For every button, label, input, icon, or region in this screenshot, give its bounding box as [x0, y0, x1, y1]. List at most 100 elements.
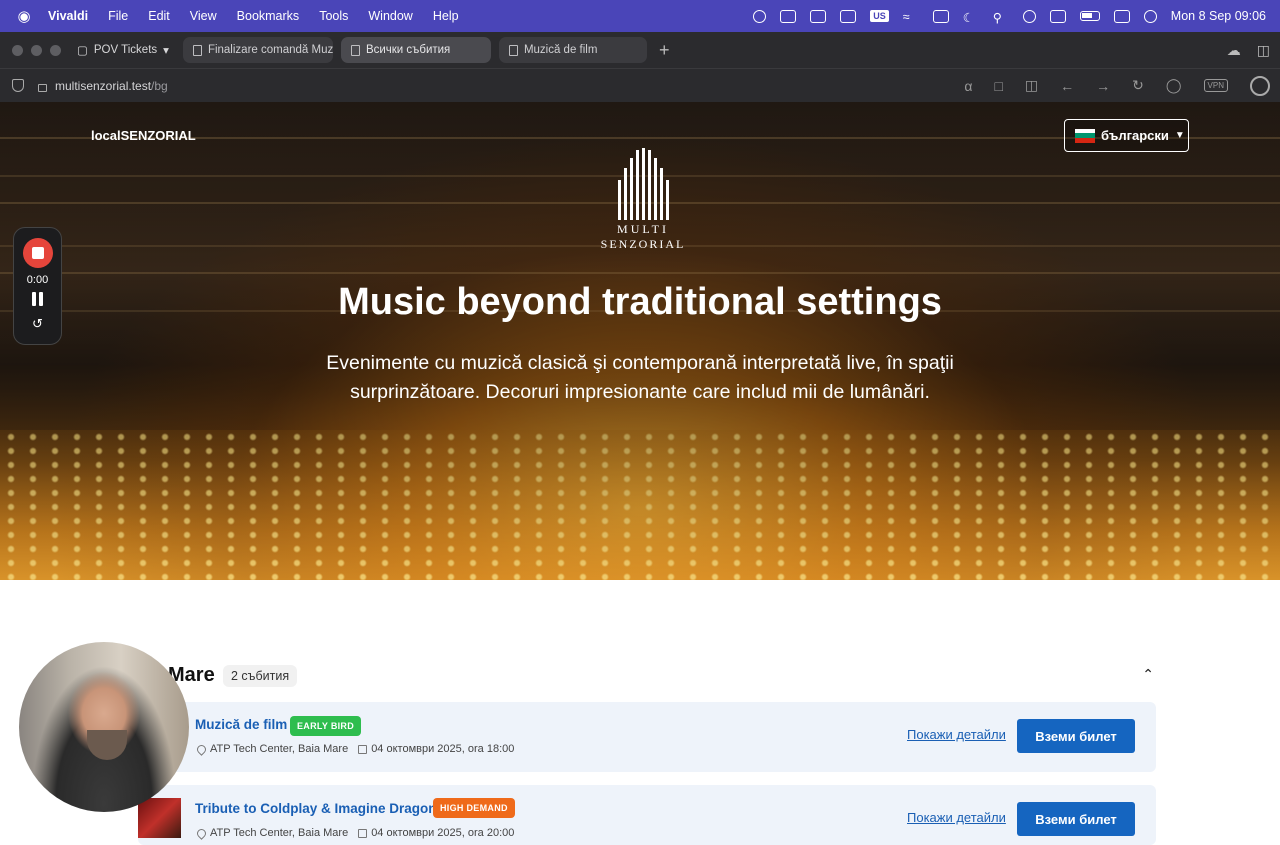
bookmark-app-icon[interactable] — [810, 9, 827, 23]
minimize-window-button[interactable] — [31, 44, 42, 56]
event-count-badge: 2 събития — [223, 665, 298, 687]
event-card: Tribute to Coldplay & Imagine Dragons HI… — [138, 785, 1156, 845]
event-meta: ATP Tech Center, Baia Mare 04 октомври 2… — [195, 826, 515, 840]
high-demand-badge: HIGH DEMAND — [433, 798, 515, 818]
hero-subtitle: Evenimente cu muzică clasică şi contempo… — [326, 352, 954, 403]
tab-label: Muzică de film — [523, 44, 598, 56]
workspace-icon: ▢ — [77, 45, 88, 57]
tab-muzica-de-film[interactable]: Muzică de film — [498, 37, 647, 63]
apple-menu-icon[interactable]: ◉ — [16, 7, 32, 25]
vpn-button[interactable]: VPN — [1203, 79, 1228, 92]
search-icon[interactable]: ⚲ — [993, 10, 1009, 25]
zoom-window-button[interactable] — [50, 44, 61, 56]
chevron-down-icon: ▾ — [163, 45, 169, 57]
tab-label: Finalizare comandă Muzic — [207, 44, 333, 56]
page-icon — [350, 44, 360, 56]
event-card: Muzică de film EARLY BIRD ATP Tech Cente… — [138, 702, 1156, 772]
buy-ticket-button[interactable]: Вземи билет — [1017, 719, 1135, 753]
menu-bookmarks[interactable]: Bookmarks — [237, 9, 300, 23]
site-brand-link[interactable]: localSENZORIAL — [91, 128, 196, 143]
event-location: ATP Tech Center, Baia Mare — [210, 827, 349, 839]
restart-recording-icon[interactable]: ↺ — [32, 316, 43, 332]
event-thumbnail[interactable] — [138, 798, 181, 838]
hero-title: Music beyond traditional settings — [338, 281, 942, 323]
panel-toggle-icon[interactable]: ◫ — [1025, 77, 1038, 94]
page-icon — [192, 44, 202, 56]
tab-all-events[interactable]: Всички събития — [340, 37, 491, 63]
chevron-down-icon: ▼ — [1174, 130, 1185, 141]
moon-icon[interactable]: ☾ — [963, 10, 979, 25]
app-status-icon[interactable] — [932, 9, 949, 23]
menu-tools[interactable]: Tools — [319, 9, 348, 23]
url-host: multisenzorial.test — [55, 78, 152, 93]
tab-label: Всички събития — [365, 44, 451, 56]
menu-edit[interactable]: Edit — [148, 9, 170, 23]
keyboard-layout-indicator[interactable]: US — [870, 10, 889, 22]
workspace-selector[interactable]: ▢ POV Tickets ▾ — [77, 43, 169, 57]
back-arrow-icon[interactable]: ← — [1060, 78, 1074, 94]
recording-time: 0:00 — [26, 274, 49, 286]
bulgaria-flag-icon — [1075, 128, 1095, 143]
calendar-icon — [358, 828, 368, 838]
tab-finalizare-comanda[interactable]: Finalizare comandă Muzic — [182, 37, 333, 63]
location-pin-icon — [195, 742, 208, 756]
siri-icon[interactable] — [1143, 9, 1157, 23]
shield-icon[interactable] — [12, 79, 24, 92]
menu-file[interactable]: File — [108, 9, 128, 23]
event-meta: ATP Tech Center, Baia Mare 04 октомври 2… — [195, 742, 514, 756]
macos-menubar: ◉ Vivaldi File Edit View Bookmarks Tools… — [0, 0, 1280, 32]
multisenzorial-logo: MULTI SENZORIAL — [597, 148, 689, 251]
screen-recorder-widget: 0:00 ↺ — [13, 227, 62, 345]
webcam-overlay — [19, 642, 189, 812]
workspace-label: POV Tickets — [93, 44, 158, 56]
reload-icon[interactable]: ↻ — [1132, 77, 1144, 94]
window-controls — [12, 44, 61, 56]
status-app-icon[interactable] — [753, 9, 767, 23]
control-center-icon[interactable] — [1113, 9, 1130, 23]
forward-arrow-icon[interactable]: → — [1096, 78, 1110, 94]
stop-recording-button[interactable] — [22, 238, 53, 268]
clipboard-icon[interactable] — [840, 9, 857, 23]
url-path: /bg — [151, 78, 168, 93]
event-title-link[interactable]: Muzică de film — [195, 717, 287, 732]
chevron-up-icon[interactable]: ⌃ — [1142, 666, 1154, 683]
trash-icon[interactable]: ◫ — [1257, 42, 1270, 59]
logo-text-line1: MULTI — [617, 222, 669, 236]
tabbar-right-tools: ☁ ◫ — [1227, 42, 1270, 59]
mail-icon[interactable] — [780, 9, 797, 23]
new-tab-button[interactable]: + — [659, 40, 670, 61]
cloud-sync-icon[interactable]: ☁ — [1227, 42, 1241, 59]
extension-icon[interactable]: ◯ — [1166, 77, 1182, 94]
show-details-link[interactable]: Покажи детайли — [907, 810, 1006, 825]
close-window-button[interactable] — [12, 44, 23, 56]
battery-icon[interactable] — [1079, 11, 1100, 21]
menu-view[interactable]: View — [190, 9, 217, 23]
menubar-status-area: US ≈ ☾ ⚲ Mon 8 Sep 09:06 — [753, 0, 1266, 32]
profile-avatar[interactable] — [1250, 75, 1270, 96]
event-location: ATP Tech Center, Baia Mare — [210, 743, 349, 755]
wifi-icon[interactable]: ≈ — [903, 10, 919, 24]
cloud-icon[interactable] — [1022, 9, 1036, 23]
presenter-face — [87, 730, 127, 760]
menu-window[interactable]: Window — [368, 9, 412, 23]
language-selector[interactable]: български ▼ — [1064, 119, 1189, 152]
calendar-icon — [358, 744, 368, 754]
bookmark-icon[interactable]: □ — [994, 78, 1002, 94]
screen-share-icon[interactable] — [1049, 9, 1066, 23]
organ-pipes-icon — [597, 148, 689, 220]
event-date: 04 октомври 2025, ora 20:00 — [371, 827, 515, 839]
menu-help[interactable]: Help — [433, 9, 459, 23]
menu-app-name[interactable]: Vivaldi — [48, 9, 88, 23]
translate-icon[interactable]: α — [964, 78, 972, 94]
url-field[interactable]: multisenzorial.test/bg — [55, 79, 168, 93]
page-icon — [508, 44, 518, 56]
address-bar: multisenzorial.test/bg α □ ◫ ← → ↻ ◯ VPN — [0, 68, 1280, 102]
show-details-link[interactable]: Покажи детайли — [907, 727, 1006, 742]
address-bar-tools: α □ ◫ ← → ↻ ◯ VPN — [964, 75, 1270, 96]
browser-tab-bar: ▢ POV Tickets ▾ Finalizare comandă Muzic… — [0, 32, 1280, 68]
menubar-clock[interactable]: Mon 8 Sep 09:06 — [1171, 9, 1266, 23]
lock-icon[interactable] — [38, 83, 47, 92]
early-bird-badge: EARLY BIRD — [290, 716, 362, 736]
event-title-link[interactable]: Tribute to Coldplay & Imagine Dragons — [195, 801, 444, 816]
pause-recording-button[interactable] — [32, 292, 43, 306]
